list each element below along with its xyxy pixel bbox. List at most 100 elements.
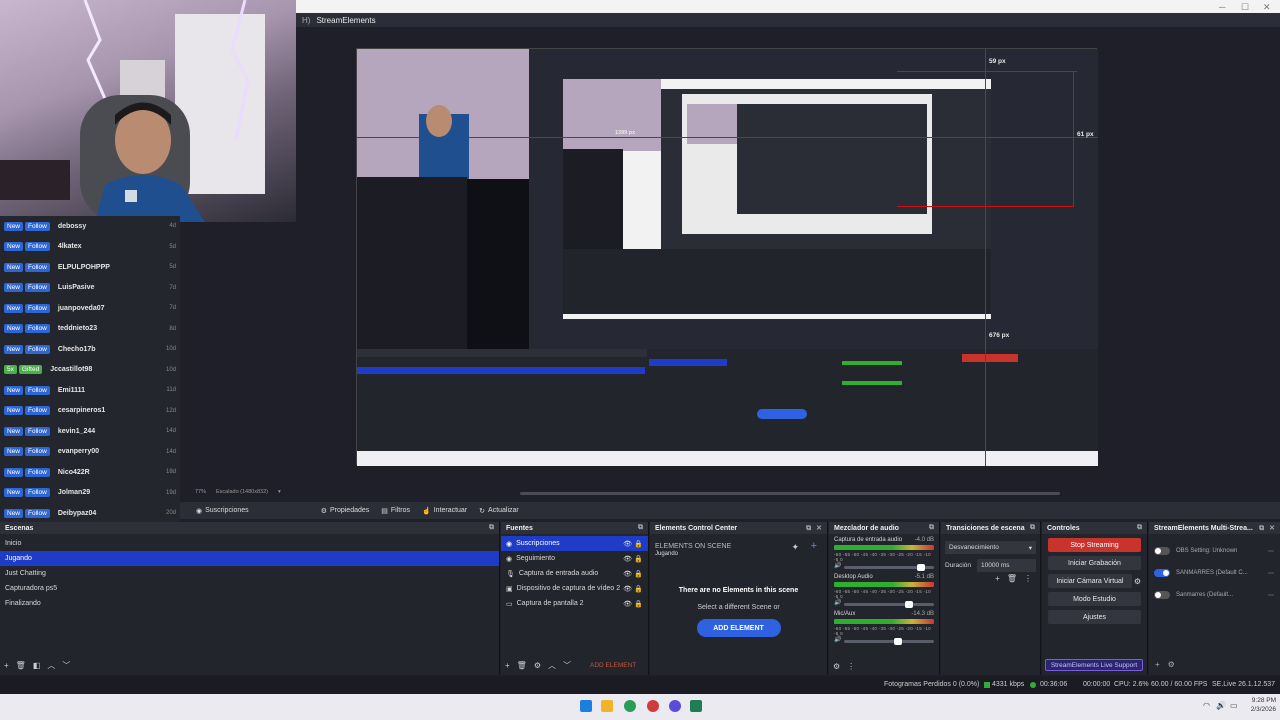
properties-button[interactable]: ⚙ Propiedades (321, 507, 370, 515)
filter-icon[interactable]: ◧ (33, 661, 41, 670)
virtual-camera-button[interactable]: Iniciar Cámara Virtual (1048, 574, 1132, 588)
wifi-icon[interactable]: ◠ (1203, 701, 1210, 710)
undock-icon[interactable]: ⧉ (638, 524, 643, 532)
source-item[interactable]: ◉ Seguimiento 👁 🔒 (501, 551, 648, 566)
more-icon[interactable]: ⋮ (847, 662, 855, 671)
arrow-down-icon[interactable]: ﹀ (563, 660, 571, 671)
fader-knob[interactable] (904, 600, 913, 608)
undock-icon[interactable]: ⧉ (489, 524, 494, 532)
source-item[interactable]: ◉ Suscripciones 👁 🔒 (501, 536, 648, 551)
close-icon[interactable]: ✕ (1269, 525, 1275, 532)
source-name: Seguimiento (516, 555, 556, 562)
scene-item[interactable]: Finalizando (0, 596, 499, 611)
zoom-level[interactable]: 77% (195, 489, 206, 499)
stop-streaming-button[interactable]: Stop Streaming (1048, 538, 1141, 552)
settings-button[interactable]: Ajustes (1048, 610, 1141, 624)
gear-icon[interactable]: ⚙ (1168, 660, 1175, 669)
minimize-icon[interactable]: ─ (1219, 2, 1225, 12)
add-icon[interactable]: + (4, 661, 9, 670)
interact-button[interactable]: ☝ Interactuar (422, 507, 467, 515)
eye-icon[interactable]: 👁 (623, 600, 632, 608)
obs-icon[interactable] (690, 700, 702, 712)
discord-icon[interactable] (669, 700, 681, 712)
windows-start-icon[interactable] (580, 700, 592, 712)
undock-icon[interactable]: ⧉ (806, 525, 811, 532)
eye-icon[interactable]: 👁 (623, 540, 632, 548)
lock-icon[interactable]: 🔒 (634, 555, 643, 563)
volume-fader[interactable] (844, 563, 934, 571)
fader-knob[interactable] (916, 563, 925, 571)
trash-icon[interactable]: 🗑 (1007, 574, 1017, 583)
more-icon[interactable]: ⋮ (1024, 574, 1032, 583)
scene-item[interactable]: Capturadora ps5 (0, 581, 499, 596)
arrow-up-icon[interactable]: ︿ (47, 660, 55, 671)
add-element-button[interactable]: ADD ELEMENT (696, 619, 781, 637)
speaker-icon[interactable]: 🔊 (834, 636, 841, 643)
start-recording-button[interactable]: Iniciar Grabación (1048, 556, 1141, 570)
add-icon[interactable]: + (995, 574, 1000, 583)
eye-icon[interactable]: 👁 (623, 585, 632, 593)
activity-row: New Follow 4lkatex 5d (0, 237, 180, 257)
arrow-down-icon[interactable]: ﹀ (62, 660, 70, 671)
sparkle-icon[interactable]: ✦ (791, 542, 799, 553)
refresh-button[interactable]: ↻ Actualizar (479, 507, 519, 515)
more-icon[interactable]: ⋯ (1268, 592, 1274, 599)
trash-icon[interactable]: 🗑 (517, 661, 527, 670)
speaker-icon[interactable]: 🔊 (834, 562, 841, 569)
filters-button[interactable]: ▤ Filtros (381, 507, 410, 515)
add-element-link[interactable]: ADD ELEMENT (590, 662, 636, 669)
toggle-switch[interactable] (1154, 547, 1170, 555)
studio-mode-button[interactable]: Modo Estudio (1048, 592, 1141, 606)
scene-item[interactable]: Jugando (0, 551, 499, 566)
undock-icon[interactable]: ⧉ (929, 524, 934, 532)
source-item[interactable]: 🎙 Captura de entrada audio 👁 🔒 (501, 566, 648, 581)
fader-knob[interactable] (894, 637, 903, 645)
gear-icon[interactable]: ⚙ (833, 662, 840, 671)
eye-icon[interactable]: 👁 (623, 555, 632, 563)
more-icon[interactable]: ⋯ (1268, 548, 1274, 555)
undock-icon[interactable]: ⧉ (1030, 524, 1035, 532)
lock-icon[interactable]: 🔒 (634, 585, 643, 593)
file-explorer-icon[interactable] (601, 700, 613, 712)
lock-icon[interactable]: 🔒 (634, 600, 643, 608)
volume-fader[interactable] (844, 600, 934, 608)
add-icon[interactable]: + (505, 661, 510, 670)
browser-icon[interactable] (624, 700, 636, 712)
gear-icon[interactable]: ⚙ (1134, 577, 1141, 586)
gear-icon[interactable]: ⚙ (534, 661, 541, 670)
lock-icon[interactable]: 🔒 (634, 540, 643, 548)
source-item[interactable]: ▭ Captura de pantalla 2 👁 🔒 (501, 596, 648, 611)
refresh-icon: ↻ (479, 507, 486, 515)
app-icon[interactable] (647, 700, 659, 712)
chevron-down-icon[interactable]: ▾ (278, 489, 281, 499)
scene-item[interactable]: Just Chatting (0, 566, 499, 581)
source-item[interactable]: ▣ Dispositivo de captura de vídeo 2 👁 🔒 (501, 581, 648, 596)
lock-icon[interactable]: 🔒 (634, 570, 643, 578)
transition-select[interactable]: Desvanecimiento ▾ (945, 541, 1036, 554)
battery-icon[interactable]: ▭ (1230, 701, 1238, 710)
live-support-button[interactable]: StreamElements Live Support (1045, 659, 1143, 671)
undock-icon[interactable]: ⧉ (1137, 524, 1142, 532)
volume-fader[interactable] (844, 637, 934, 645)
more-icon[interactable]: ⋯ (1268, 570, 1274, 577)
speaker-icon[interactable]: 🔊 (834, 599, 841, 606)
scaling-label[interactable]: Escalado (1480x832) (216, 489, 268, 499)
duration-input[interactable]: 10000 ms (977, 559, 1036, 572)
arrow-up-icon[interactable]: ︿ (548, 660, 556, 671)
add-icon[interactable]: + (1155, 660, 1160, 669)
trash-icon[interactable]: 🗑 (16, 661, 26, 670)
add-icon[interactable]: + (811, 540, 817, 552)
close-icon[interactable]: ✕ (1263, 2, 1271, 13)
activity-name: ELPULPOHPPP (57, 263, 110, 271)
preview-scrollbar[interactable] (520, 492, 1060, 495)
source-name: Captura de entrada audio (518, 570, 599, 577)
undock-icon[interactable]: ⧉ (1259, 525, 1264, 532)
maximize-icon[interactable]: ☐ (1241, 2, 1249, 13)
close-icon[interactable]: ✕ (816, 525, 822, 532)
scene-item[interactable]: Inicio (0, 536, 499, 551)
toggle-switch[interactable] (1154, 591, 1170, 599)
volume-icon[interactable]: 🔊 (1216, 701, 1226, 710)
eye-icon[interactable]: 👁 (623, 570, 632, 578)
preview-canvas[interactable]: 59 px 61 px 1399 px 676 px (356, 48, 1098, 466)
toggle-switch[interactable] (1154, 569, 1170, 577)
